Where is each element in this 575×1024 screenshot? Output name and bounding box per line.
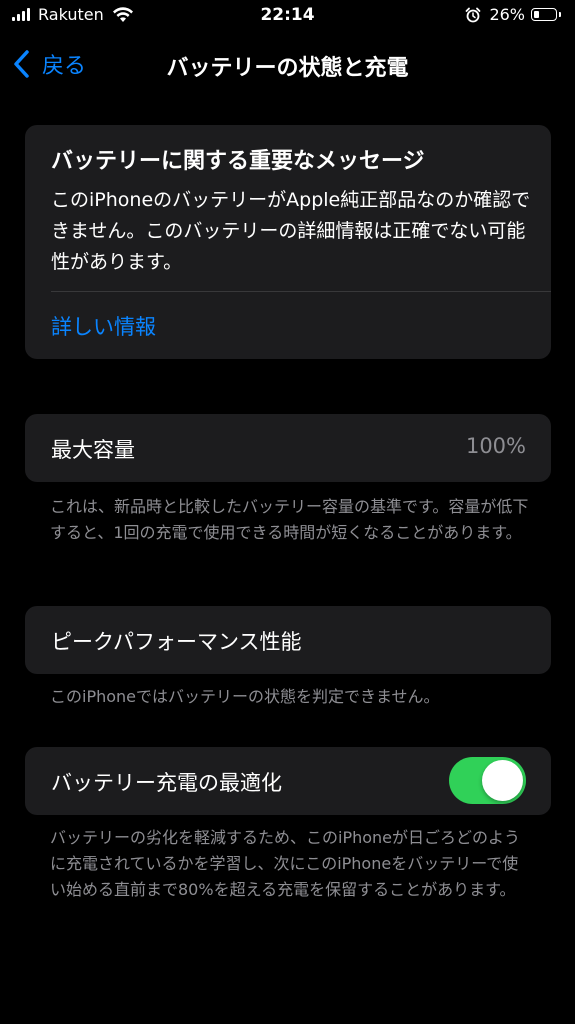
alarm-icon (466, 7, 481, 22)
status-bar: Rakuten 22:14 26% (0, 0, 575, 32)
page-title: バッテリーの状態と充電 (166, 56, 409, 81)
message-title: バッテリーに関する重要なメッセージ (51, 149, 425, 174)
divider (51, 291, 551, 292)
learn-more-link[interactable]: 詳しい情報 (51, 311, 156, 341)
capacity-value: 100% (465, 434, 526, 458)
peak-label: ピークパフォーマンス性能 (51, 630, 302, 654)
maximum-capacity-row: 最大容量 100% (25, 414, 551, 482)
optimize-label: バッテリー充電の最適化 (51, 771, 282, 795)
navigation-bar: 戻る バッテリーの状態と充電 (0, 40, 575, 90)
battery-cap (559, 12, 561, 17)
peak-performance-row: ピークパフォーマンス性能 (25, 606, 551, 674)
optimized-charging-row: バッテリー充電の最適化 (25, 747, 551, 815)
capacity-footnote: これは、新品時と比較したバッテリー容量の基準です。容量が低下すると、1回の充電で… (50, 497, 529, 542)
battery-message-card: バッテリーに関する重要なメッセージ このiPhoneのバッテリーがApple純正… (25, 125, 551, 359)
capacity-label: 最大容量 (51, 438, 135, 462)
toggle-knob (482, 760, 523, 801)
battery-percent: 26% (489, 5, 525, 24)
battery-icon (531, 8, 561, 21)
optimize-footnote: バッテリーの劣化を軽減するため、このiPhoneが日ごろどのように充電されている… (50, 828, 521, 899)
status-right: 26% (465, 5, 561, 24)
message-body: このiPhoneのバッテリーがApple純正部品なのか確認できません。このバッテ… (51, 189, 531, 273)
battery-fill (534, 11, 539, 18)
peak-footnote: このiPhoneではバッテリーの状態を判定できません。 (50, 687, 440, 706)
optimized-charging-toggle[interactable] (449, 757, 526, 804)
